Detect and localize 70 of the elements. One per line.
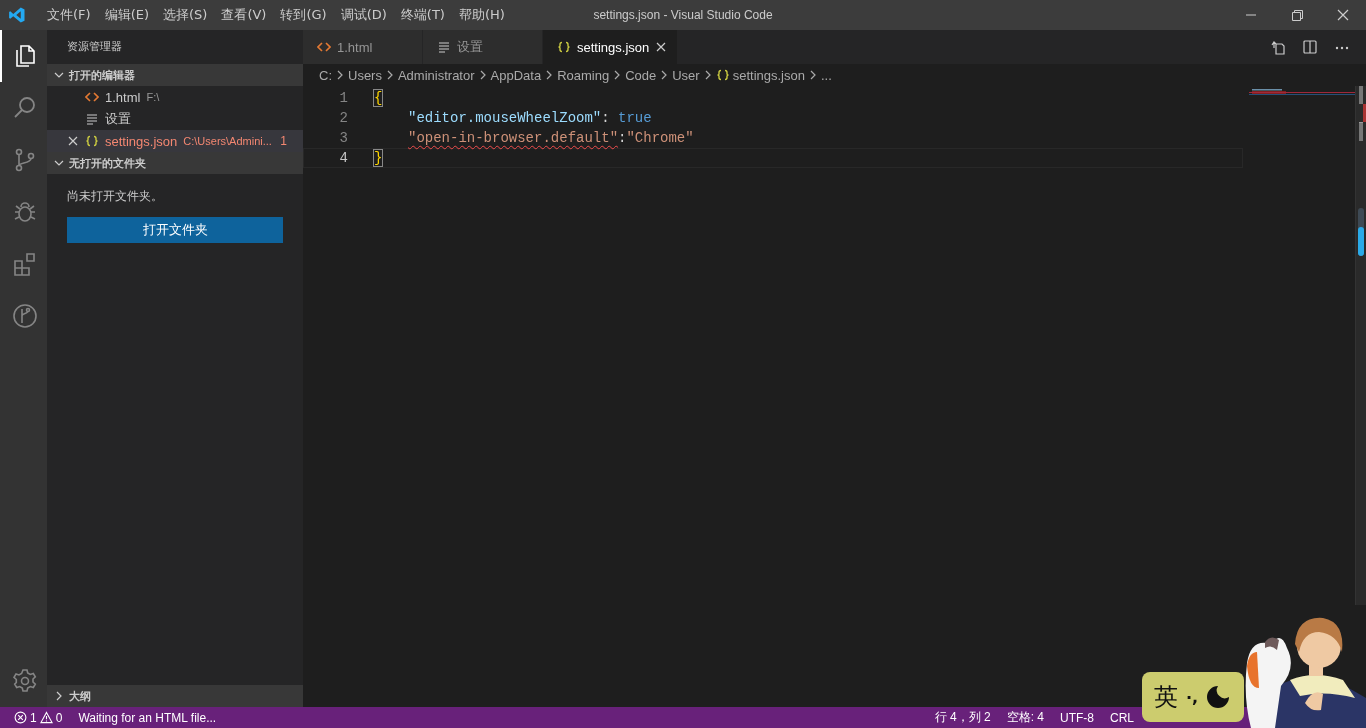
braces-icon — [85, 135, 99, 147]
line-number: 3 — [338, 130, 348, 146]
status-item[interactable]: CRL — [1102, 710, 1142, 725]
breadcrumb-item[interactable]: Users — [348, 67, 382, 83]
braces-icon — [715, 69, 730, 81]
status-message: Waiting for an HTML file... — [77, 710, 218, 725]
code-icon — [317, 41, 331, 53]
section-title: 无打开的文件夹 — [69, 155, 146, 171]
warning-icon — [39, 711, 53, 724]
lines-icon — [85, 113, 99, 125]
moon-icon[interactable] — [1206, 685, 1231, 709]
ime-punctuation[interactable]: ·, — [1186, 687, 1199, 707]
extensions-icon — [11, 251, 38, 277]
breadcrumb-item[interactable]: Administrator — [397, 67, 475, 83]
sidebar-title: 资源管理器 — [66, 39, 123, 55]
section-header[interactable]: 无打开的文件夹 — [47, 152, 303, 174]
menu-item[interactable]: 终端(T) — [393, 6, 452, 24]
status-item[interactable]: UTF-8 — [1052, 710, 1102, 725]
scrollbar[interactable] — [1355, 86, 1366, 605]
open-editor-item[interactable]: settings.json C:\Users\Admini... 1 — [47, 130, 303, 152]
problems-status[interactable]: 1 0 — [0, 710, 71, 725]
settings-icon — [11, 668, 38, 694]
breadcrumb-item[interactable]: settings.json — [732, 67, 805, 83]
lines-icon — [437, 41, 451, 53]
line-number: 1 — [338, 90, 348, 106]
breadcrumb-item[interactable]: AppData — [490, 67, 542, 83]
breadcrumb-item[interactable]: C: — [319, 67, 332, 83]
section-title: 打开的编辑器 — [69, 67, 135, 83]
code-icon — [85, 91, 99, 103]
status-item[interactable]: 空格: 4 — [998, 709, 1052, 726]
section-header[interactable]: 大纲 — [47, 685, 303, 707]
code-line: "open-in-browser.default":"Chrome" — [408, 130, 694, 146]
code-line: "editor.mouseWheelZoom": true — [408, 110, 652, 126]
code-line: } — [374, 150, 383, 166]
window-title: settings.json - Visual Studio Code — [593, 8, 773, 22]
menu-item[interactable]: 转到(G) — [273, 6, 334, 24]
open-editor-item[interactable]: 设置 — [47, 108, 303, 130]
breadcrumb-item[interactable]: ... — [820, 67, 832, 83]
section-header[interactable]: 打开的编辑器 — [47, 64, 303, 86]
open-file-icon[interactable] — [1270, 39, 1286, 55]
menu-item[interactable]: 文件(F) — [40, 6, 98, 24]
app-logo-icon — [8, 6, 26, 24]
breadcrumb-item[interactable]: Roaming — [557, 67, 610, 83]
breadcrumb-item[interactable]: User — [672, 67, 700, 83]
open-editor-item[interactable]: 1.html F:\ — [47, 86, 303, 108]
menu-item[interactable]: 调试(D) — [333, 6, 394, 24]
editor-tab[interactable]: 1.html — [303, 30, 423, 64]
menu-item[interactable]: 选择(S) — [156, 6, 215, 24]
ime-toolbar[interactable]: 英 ·, — [1142, 672, 1244, 722]
code-line: { — [374, 90, 383, 106]
close-icon[interactable] — [655, 41, 668, 53]
breadcrumb-item[interactable]: Code — [625, 67, 657, 83]
editor-tab[interactable]: 设置 — [423, 30, 543, 64]
open-folder-button[interactable]: 打开文件夹 — [67, 217, 283, 243]
editor-tab[interactable]: settings.json — [543, 30, 679, 64]
menu-item[interactable]: 编辑(E) — [97, 6, 156, 24]
line-number: 2 — [338, 110, 348, 126]
menu-item[interactable]: 查看(V) — [214, 6, 274, 24]
braces-icon — [557, 41, 571, 53]
error-icon — [14, 711, 27, 724]
close-icon[interactable] — [67, 135, 79, 147]
section-title: 大纲 — [69, 688, 91, 704]
menu-item[interactable]: 帮助(H) — [451, 6, 512, 24]
split-editor-icon[interactable] — [1302, 39, 1318, 55]
status-item[interactable]: 行 4，列 2 — [926, 709, 999, 726]
line-number: 4 — [338, 150, 348, 166]
ime-mode[interactable]: 英 — [1154, 681, 1178, 713]
branch-icon — [11, 303, 38, 329]
chevron-icon — [335, 69, 345, 81]
no-folder-message: 尚未打开文件夹。 — [67, 188, 164, 205]
